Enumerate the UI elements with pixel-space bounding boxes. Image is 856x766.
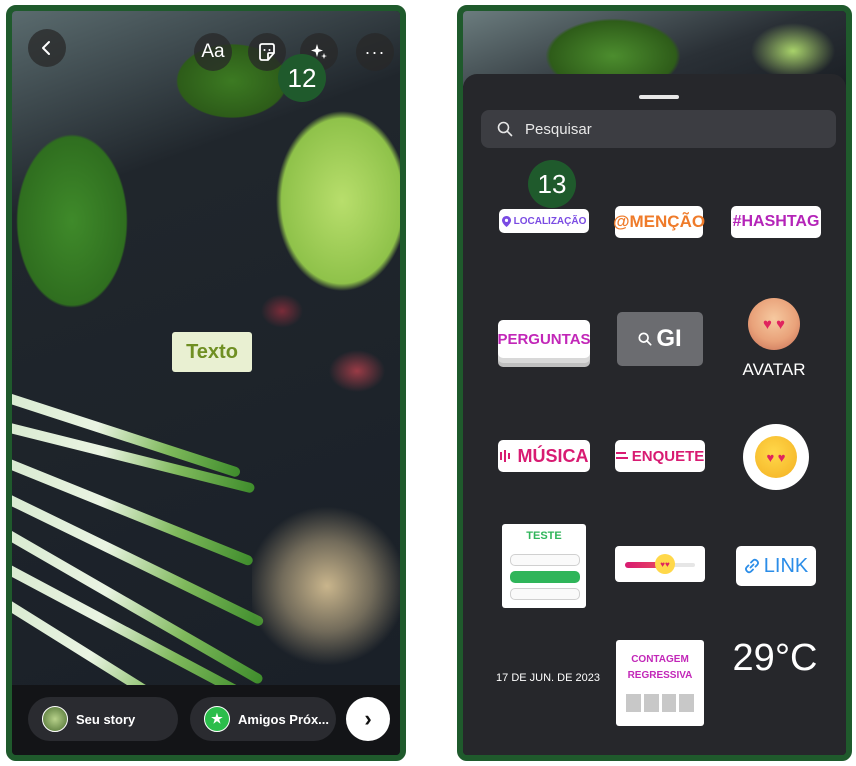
search-placeholder: Pesquisar	[525, 120, 592, 138]
poll-sticker[interactable]: ENQUETE	[615, 440, 705, 472]
more-options-button[interactable]: ···	[356, 33, 394, 71]
story-editor-screen: Aa ··· 12 Texto Seu story ★ Amigos Próx.…	[6, 5, 406, 761]
chevron-right-icon: ›	[364, 706, 372, 731]
location-sticker[interactable]: LOCALIZAÇÃO	[499, 209, 589, 233]
location-pin-icon	[501, 215, 511, 227]
share-bar: Seu story ★ Amigos Próx... ›	[12, 685, 400, 755]
mention-sticker[interactable]: @MENÇÃO	[613, 206, 705, 238]
countdown-sticker-label: CONTAGEM REGRESSIVA	[627, 654, 693, 681]
hashtag-sticker[interactable]: #HASHTAG	[731, 206, 821, 238]
link-sticker[interactable]: LINK	[736, 546, 816, 586]
sticker-tray: Pesquisar LOCALIZAÇÃO @MENÇÃO #HASHTAG P…	[463, 74, 846, 755]
text-sticker[interactable]: Texto	[172, 332, 252, 372]
your-story-button[interactable]: Seu story	[28, 697, 178, 741]
emoji-slider-sticker[interactable]: ♥♥	[615, 546, 705, 582]
step-badge: 12	[278, 54, 326, 102]
location-sticker-label: LOCALIZAÇÃO	[513, 215, 587, 227]
back-button[interactable]	[28, 29, 66, 67]
emoji-reaction-sticker[interactable]: ♥ ♥	[743, 424, 809, 490]
music-bars-icon	[499, 450, 510, 462]
text-tool-button[interactable]: Aa	[194, 33, 232, 71]
countdown-boxes	[626, 694, 694, 712]
back-icon	[42, 41, 50, 55]
search-icon	[638, 332, 652, 346]
sticker-search-input[interactable]: Pesquisar	[481, 110, 836, 148]
slider-emoji-icon: ♥♥	[655, 554, 675, 574]
your-story-label: Seu story	[76, 711, 136, 727]
questions-sticker[interactable]: PERGUNTAS	[497, 320, 591, 358]
quiz-option-selected	[510, 571, 580, 583]
gif-sticker-label: GI	[656, 325, 682, 352]
avatar-sticker-label: AVATAR	[742, 360, 806, 379]
music-sticker-label: MÚSICA	[517, 445, 589, 466]
close-friends-button[interactable]: ★ Amigos Próx...	[190, 697, 336, 741]
step-badge: 13	[528, 160, 576, 208]
quiz-sticker[interactable]: TESTE	[502, 524, 586, 608]
avatar-sticker[interactable]: ♥ ♥	[748, 298, 800, 350]
quiz-sticker-label: TESTE	[526, 530, 562, 542]
search-icon	[497, 121, 513, 137]
quiz-option	[510, 588, 580, 600]
music-sticker[interactable]: MÚSICA	[498, 440, 590, 472]
drag-handle[interactable]	[639, 95, 679, 99]
close-friends-label: Amigos Próx...	[238, 711, 330, 727]
quiz-option	[510, 554, 580, 566]
avatar	[42, 706, 68, 732]
sticker-icon	[259, 43, 275, 61]
date-sticker[interactable]: 17 DE JUN. DE 2023	[493, 672, 603, 684]
link-icon	[744, 558, 759, 574]
poll-icon	[615, 452, 628, 459]
star-icon: ★	[204, 706, 230, 732]
next-button[interactable]: ›	[346, 697, 390, 741]
poll-sticker-label: ENQUETE	[631, 447, 705, 465]
onions-illustration	[12, 361, 400, 744]
sticker-tray-screen: Pesquisar LOCALIZAÇÃO @MENÇÃO #HASHTAG P…	[457, 5, 852, 761]
temperature-sticker[interactable]: 29°C	[725, 637, 825, 680]
gif-sticker[interactable]: GI	[617, 312, 703, 366]
link-sticker-label: LINK	[763, 554, 809, 577]
heart-eyes-icon: ♥ ♥	[763, 315, 785, 333]
countdown-sticker[interactable]: CONTAGEM REGRESSIVA	[616, 640, 704, 726]
heart-eyes-emoji-icon: ♥ ♥	[755, 436, 797, 478]
